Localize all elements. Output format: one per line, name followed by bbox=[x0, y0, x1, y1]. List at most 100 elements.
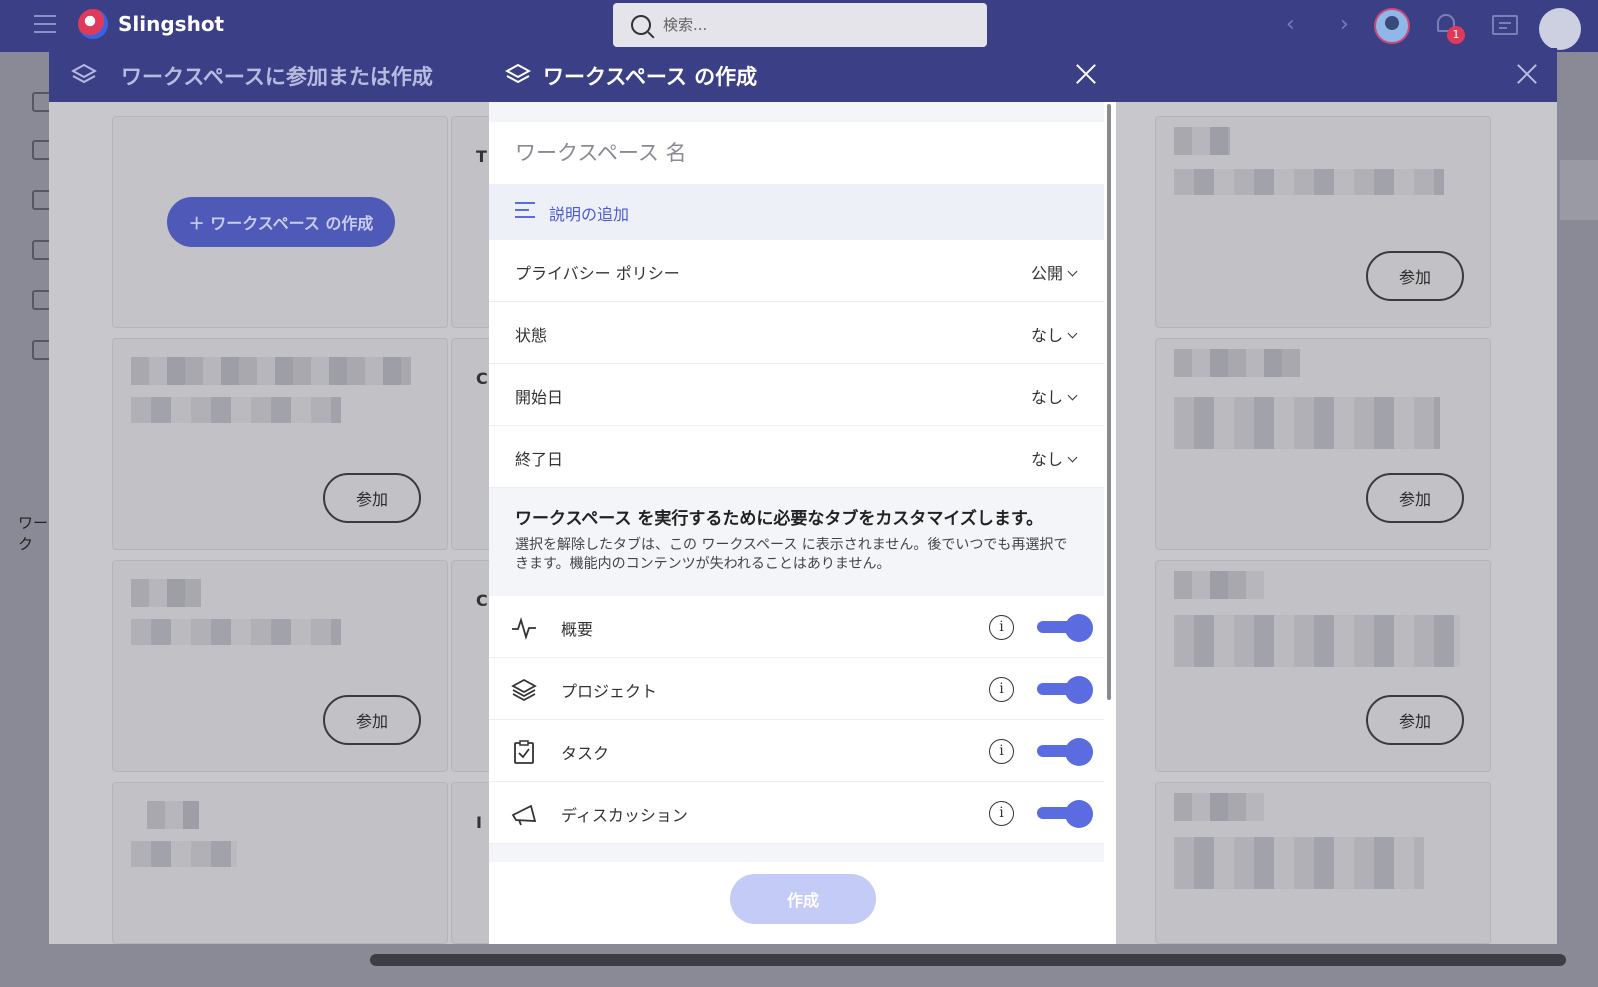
privacy-policy-row[interactable]: プライバシー ポリシー 公開 bbox=[489, 240, 1104, 302]
brand-name: Slingshot bbox=[118, 12, 225, 36]
slingshot-logo-icon bbox=[78, 9, 108, 39]
join-button[interactable]: 参加 bbox=[1366, 695, 1464, 745]
blurred-title bbox=[131, 357, 411, 385]
blurred-title bbox=[1174, 793, 1264, 821]
text-lines-icon bbox=[515, 202, 535, 220]
tab-label: ディスカッション bbox=[561, 806, 688, 825]
card-initial: I bbox=[476, 813, 482, 832]
start-date-select[interactable]: なし bbox=[1031, 384, 1078, 408]
create-workspace-label: ワークスペース の作成 bbox=[210, 214, 374, 233]
chevron-down-icon bbox=[1067, 266, 1078, 277]
privacy-policy-select[interactable]: 公開 bbox=[1030, 260, 1078, 284]
customize-tabs-section: ワークスペース を実行するために必要なタブをカスタマイズします。 選択を解除した… bbox=[489, 488, 1104, 596]
chevron-down-icon bbox=[1067, 452, 1078, 463]
dialog-header: ワークスペース の作成 bbox=[489, 48, 1116, 102]
create-button[interactable]: 作成 bbox=[730, 874, 876, 924]
workspace-name-input[interactable] bbox=[515, 136, 1075, 170]
info-icon[interactable]: i bbox=[989, 739, 1014, 764]
dialog-footer: 作成 bbox=[489, 862, 1116, 944]
join-button[interactable]: 参加 bbox=[1366, 473, 1464, 523]
workspace-card: 参加 bbox=[1155, 560, 1491, 772]
end-date-select[interactable]: なし bbox=[1030, 446, 1078, 470]
create-workspace-dialog: ワークスペース の作成 説明の追加 プライバシー ポリシー 公開 状態 なし 開… bbox=[489, 48, 1116, 944]
start-date-row[interactable]: 開始日 なし bbox=[489, 364, 1104, 426]
blurred-title bbox=[131, 579, 201, 607]
notification-badge: 1 bbox=[1447, 26, 1465, 44]
layers-icon bbox=[71, 63, 97, 84]
create-workspace-button[interactable]: ＋ ワークスペース の作成 bbox=[167, 197, 395, 247]
join-button[interactable]: 参加 bbox=[323, 695, 421, 745]
workspace-name-row bbox=[489, 122, 1104, 184]
join-button[interactable]: 参加 bbox=[1366, 251, 1464, 301]
option-label: プライバシー ポリシー bbox=[515, 264, 680, 283]
info-icon[interactable]: i bbox=[989, 615, 1014, 640]
option-label: 終了日 bbox=[515, 450, 564, 469]
menu-icon[interactable] bbox=[34, 15, 56, 33]
close-icon[interactable] bbox=[1515, 62, 1539, 86]
tab-row-tasks: タスク i bbox=[489, 720, 1104, 782]
outer-modal-title: ワークスペースに参加または作成 bbox=[121, 65, 433, 89]
join-button[interactable]: 参加 bbox=[323, 473, 421, 523]
dialog-scrollbar[interactable] bbox=[1107, 104, 1111, 700]
card-initial: C bbox=[476, 369, 488, 388]
forward-arrow-icon[interactable]: › bbox=[1340, 12, 1349, 37]
workspace-card bbox=[1155, 782, 1491, 944]
workspace-card: 参加 bbox=[1155, 116, 1491, 328]
blurred-title bbox=[1174, 127, 1230, 155]
clipboard-check-icon bbox=[514, 740, 534, 764]
blurred-title bbox=[147, 801, 199, 829]
end-date-row[interactable]: 終了日 なし bbox=[489, 426, 1104, 488]
chevron-down-icon bbox=[1067, 328, 1078, 339]
card-initial: C bbox=[476, 591, 488, 610]
info-icon[interactable]: i bbox=[989, 677, 1014, 702]
blurred-text bbox=[1174, 615, 1460, 667]
blurred-text bbox=[1174, 837, 1424, 889]
tab-label: タスク bbox=[561, 744, 610, 763]
horizontal-scrollbar[interactable] bbox=[370, 954, 1566, 966]
sidebar: ワーク bbox=[0, 52, 52, 987]
activity-icon bbox=[512, 616, 536, 641]
status-select[interactable]: なし bbox=[1030, 322, 1078, 346]
customize-description: 選択を解除したタブは、この ワークスペース に表示されません。後でいつでも再選択… bbox=[515, 537, 1068, 572]
option-label: 開始日 bbox=[515, 388, 564, 407]
add-description-label: 説明の追加 bbox=[549, 205, 630, 224]
dialog-body: 説明の追加 プライバシー ポリシー 公開 状態 なし 開始日 なし 終了日 なし… bbox=[489, 102, 1104, 862]
create-workspace-card: ＋ ワークスペース の作成 bbox=[112, 116, 448, 328]
info-icon[interactable]: i bbox=[989, 801, 1014, 826]
add-description-button[interactable]: 説明の追加 bbox=[489, 184, 1104, 240]
chevron-down-icon bbox=[1067, 390, 1078, 401]
customize-heading: ワークスペース を実行するために必要なタブをカスタマイズします。 bbox=[515, 509, 1044, 529]
projects-toggle[interactable] bbox=[1037, 676, 1093, 704]
workspace-card: 参加 bbox=[112, 338, 448, 550]
workspace-card bbox=[112, 782, 448, 944]
tab-label: 概要 bbox=[561, 620, 594, 639]
tab-label: プロジェクト bbox=[561, 682, 658, 701]
profile-avatar[interactable] bbox=[1539, 8, 1581, 50]
workspace-card: 参加 bbox=[1155, 338, 1491, 550]
close-icon[interactable] bbox=[1074, 62, 1098, 86]
option-value: 公開 bbox=[1030, 264, 1063, 283]
blurred-title bbox=[1174, 571, 1264, 599]
search-input[interactable] bbox=[663, 12, 963, 38]
option-value: なし bbox=[1030, 450, 1063, 469]
blurred-text bbox=[1174, 169, 1444, 195]
layers-icon bbox=[505, 63, 531, 84]
back-arrow-icon[interactable]: ‹ bbox=[1286, 12, 1295, 37]
option-label: 状態 bbox=[515, 326, 548, 345]
dialog-title: ワークスペース の作成 bbox=[543, 65, 758, 89]
blurred-text bbox=[1174, 397, 1440, 449]
user-avatar[interactable] bbox=[1374, 8, 1410, 44]
status-row[interactable]: 状態 なし bbox=[489, 302, 1104, 364]
option-value: なし bbox=[1030, 326, 1063, 345]
chat-icon[interactable] bbox=[1492, 15, 1518, 35]
workspace-card: 参加 bbox=[112, 560, 448, 772]
tab-row-projects: プロジェクト i bbox=[489, 658, 1104, 720]
tasks-toggle[interactable] bbox=[1037, 738, 1093, 766]
blurred-title bbox=[1174, 349, 1300, 377]
megaphone-icon bbox=[511, 804, 537, 826]
discussions-toggle[interactable] bbox=[1037, 800, 1093, 828]
search-box[interactable] bbox=[613, 3, 987, 47]
overview-toggle[interactable] bbox=[1037, 614, 1093, 642]
tab-row-discussions: ディスカッション i bbox=[489, 782, 1104, 844]
blurred-text bbox=[131, 397, 341, 423]
